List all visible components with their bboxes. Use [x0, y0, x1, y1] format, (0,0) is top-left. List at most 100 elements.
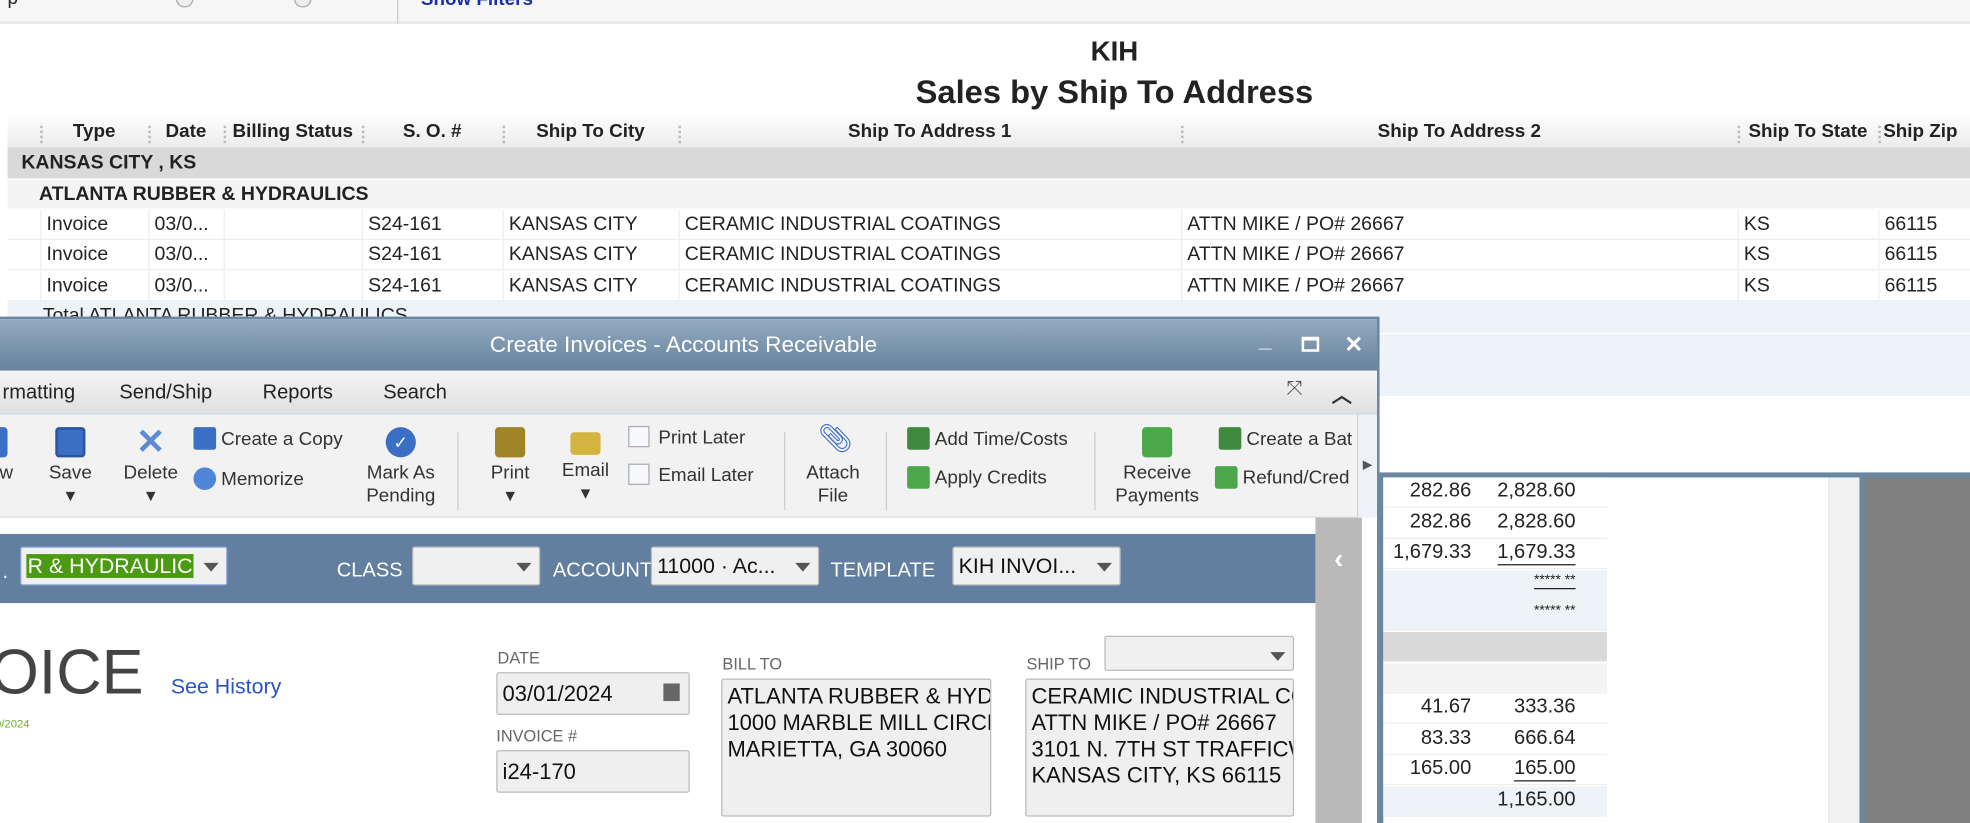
print-later-checkbox[interactable]: Print Later	[628, 425, 745, 449]
bill-to-address[interactable]: ATLANTA RUBBER & HYDRAULICS 1000 MARBLE …	[721, 678, 992, 817]
mark-as-pending-button[interactable]: ✓ Mark As Pending	[357, 427, 445, 507]
table-cell: ATTN MIKE / PO# 26667	[1181, 270, 1738, 302]
date-label: DATE	[497, 648, 540, 668]
table-cell	[223, 270, 362, 302]
amount-row: 1,165.00	[1383, 786, 1607, 817]
table-cell: 66115	[1878, 209, 1962, 240]
filter-label: p	[8, 0, 18, 9]
collapse-chevron-icon[interactable]: ︿	[1332, 378, 1352, 408]
bill-to-label: BILL TO	[722, 654, 783, 674]
menu-formatting[interactable]: rmatting	[3, 382, 76, 405]
column-header[interactable]: Ship To City	[503, 116, 679, 149]
calendar-icon[interactable]	[663, 683, 680, 702]
create-batch-button[interactable]: Create a Bat	[1218, 427, 1353, 450]
column-header[interactable]: S. O. #	[362, 116, 503, 149]
receive-payments-button[interactable]: Receive Payments	[1111, 427, 1204, 507]
delete-x-icon: ✕	[136, 422, 166, 462]
ship-to-address[interactable]: CERAMIC INDUSTRIAL COATINGS ATTN MIKE / …	[1025, 678, 1295, 817]
table-row[interactable]: Invoice 03/0... S24-161 KANSAS CITY CERAMIC …	[7, 270, 1970, 302]
report-column-header: Type Date Billing Status S. O. # Ship To Cit…	[7, 115, 1970, 149]
menu-send-ship[interactable]: Send/Ship	[119, 382, 212, 405]
table-cell	[223, 209, 362, 240]
refund-icon	[1214, 466, 1238, 489]
column-header[interactable]: Date	[148, 116, 223, 149]
add-time-costs-button[interactable]: Add Time/Costs	[907, 427, 1068, 450]
column-header[interactable]: Billing Status	[224, 116, 362, 149]
invoice-number-field[interactable]: i24-170	[496, 750, 690, 793]
menu-bar: rmatting Send/Ship Reports Search ⤧ ︿	[0, 370, 1378, 415]
print-label: Print	[490, 462, 530, 484]
attach-file-button[interactable]: 📎︎ Attach File	[802, 424, 865, 507]
toolbar-scroll-right[interactable]: ▶	[1356, 414, 1378, 518]
memorize-button[interactable]: Memorize	[193, 467, 304, 490]
new-icon	[0, 427, 8, 458]
close-icon[interactable]: ✕	[1344, 319, 1363, 371]
see-history-link[interactable]: See History	[171, 675, 281, 700]
create-invoices-window: Create Invoices - Accounts Receivable _ …	[0, 316, 1380, 823]
column-header[interactable]: Type	[40, 116, 148, 149]
chevron-left-icon: ‹	[1334, 542, 1344, 575]
column-header[interactable]: Ship To State	[1738, 116, 1879, 149]
background-window: 282.86 2,828.60 282.86 2,828.60 1,679.33 1,67…	[1378, 472, 1970, 823]
template-select[interactable]: KIH INVOI...	[952, 546, 1121, 586]
delete-label: Delete	[123, 462, 178, 484]
email-later-label: Email Later	[658, 464, 754, 487]
window-title-bar[interactable]: Create Invoices - Accounts Receivable _ …	[0, 319, 1378, 371]
column-header[interactable]: Ship Zip	[1878, 116, 1962, 149]
create-copy-button[interactable]: Create a Copy	[193, 427, 343, 450]
window-title: Create Invoices - Accounts Receivable	[489, 331, 878, 357]
delete-button[interactable]: ✕ Delete ▾	[116, 422, 186, 507]
form-heading: OICE	[0, 636, 144, 708]
report-filter-bar: p Show Filters	[0, 0, 1970, 24]
new-button[interactable]: w	[0, 427, 23, 485]
class-select[interactable]	[412, 546, 541, 586]
menu-search[interactable]: Search	[383, 382, 447, 405]
show-filters-link[interactable]: Show Filters	[421, 0, 533, 10]
table-row[interactable]: Invoice 03/0... S24-161 KANSAS CITY CERAMIC …	[7, 240, 1970, 271]
rate-value: 282.86	[1409, 510, 1472, 533]
expand-icon[interactable]: ⤧	[1287, 378, 1303, 401]
amount-row: 282.86 2,828.60	[1383, 477, 1607, 508]
menu-reports[interactable]: Reports	[263, 382, 333, 405]
table-cell: 03/0...	[148, 240, 223, 271]
table-cell: KANSAS CITY	[502, 240, 679, 271]
column-header[interactable]: Ship To Address 2	[1181, 116, 1738, 149]
account-select[interactable]: 11000 · Ac...	[650, 546, 820, 586]
history-panel-toggle[interactable]: ‹	[1315, 517, 1362, 823]
date-field[interactable]: 03/01/2024	[496, 672, 690, 715]
refund-label: Refund/Cred	[1242, 467, 1350, 489]
create-batch-label: Create a Bat	[1246, 428, 1353, 450]
amount-row	[1383, 662, 1607, 694]
table-row[interactable]: Invoice 03/0... S24-161 KANSAS CITY CERAMIC …	[7, 209, 1970, 240]
amount-row: 165.00 165.00	[1383, 755, 1607, 786]
customer-job-select[interactable]: R & HYDRAULIC	[20, 546, 228, 586]
email-later-checkbox[interactable]: Email Later	[628, 463, 754, 487]
apply-credits-button[interactable]: Apply Credits	[907, 466, 1047, 489]
table-cell: S24-161	[361, 240, 503, 271]
refund-credit-button[interactable]: Refund/Cred	[1214, 466, 1350, 489]
table-cell: Invoice	[40, 240, 148, 271]
rate-value: 83.33	[1420, 727, 1472, 749]
column-header[interactable]: Ship To Address 1	[678, 116, 1181, 149]
ship-to-select[interactable]	[1104, 635, 1295, 671]
subgroup-row[interactable]: ATLANTA RUBBER & HYDRAULICS	[7, 178, 1970, 209]
radio-option[interactable]	[293, 0, 312, 8]
batch-icon	[1218, 427, 1242, 450]
amount-row: 1,679.33 1,679.33	[1383, 539, 1607, 570]
rate-value: 282.86	[1409, 479, 1472, 502]
save-button[interactable]: Save ▾	[43, 427, 98, 507]
minimize-icon[interactable]: _	[1259, 314, 1272, 366]
print-button[interactable]: Print ▾	[482, 427, 537, 507]
amount-row: 41.67 333.36	[1383, 693, 1607, 724]
maximize-icon[interactable]	[1301, 336, 1320, 352]
toolbar-separator	[1094, 432, 1096, 511]
group-row[interactable]: KANSAS CITY , KS	[7, 148, 1970, 179]
email-button[interactable]: Email ▾	[558, 427, 613, 505]
table-cell: KS	[1737, 209, 1879, 240]
table-cell: KS	[1737, 270, 1879, 302]
toolbar-separator	[885, 432, 888, 511]
radio-option[interactable]	[175, 0, 194, 8]
apply-credits-label: Apply Credits	[934, 467, 1047, 489]
email-label: Email	[561, 459, 610, 482]
rate-value: 41.67	[1420, 696, 1472, 718]
